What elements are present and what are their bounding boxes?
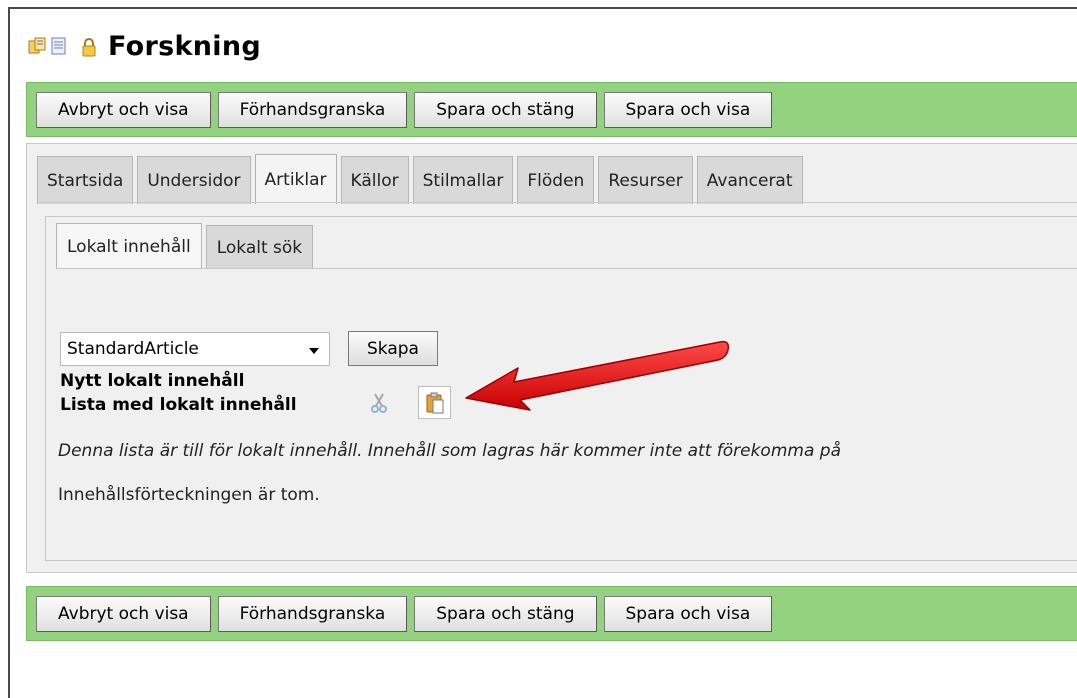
- subtab-lokalt-innehall[interactable]: Lokalt innehåll: [56, 223, 202, 269]
- subtab-divider: [56, 268, 1077, 269]
- tab-artiklar[interactable]: Artiklar: [254, 154, 337, 204]
- page-properties-icon[interactable]: [50, 37, 68, 55]
- sub-tabs: Lokalt innehåll Lokalt sök: [56, 223, 317, 269]
- local-content-list-heading: Lista med lokalt innehåll: [60, 395, 297, 415]
- chevron-down-icon: [309, 348, 319, 354]
- page-title: Forskning: [108, 30, 261, 62]
- new-local-content-heading: Nytt lokalt innehåll: [60, 371, 245, 391]
- lock-icon: [80, 37, 98, 57]
- top-edge: [0, 0, 1077, 7]
- tab-startsida[interactable]: Startsida: [37, 156, 134, 204]
- bottom-toolbar: Avbryt och visa Förhandsgranska Spara oc…: [26, 586, 1077, 641]
- tab-undersidor[interactable]: Undersidor: [137, 156, 251, 204]
- content-type-value: StandardArticle: [67, 339, 199, 359]
- cut-icon[interactable]: [362, 386, 395, 419]
- subtab-lokalt-sok[interactable]: Lokalt sök: [205, 225, 314, 269]
- save-and-view-button[interactable]: Spara och visa: [603, 91, 773, 128]
- tab-stilmallar[interactable]: Stilmallar: [412, 156, 514, 204]
- top-toolbar: Avbryt och visa Förhandsgranska Spara oc…: [26, 82, 1077, 137]
- tab-avancerat[interactable]: Avancerat: [696, 156, 803, 204]
- cancel-and-view-button[interactable]: Avbryt och visa: [36, 91, 211, 128]
- tab-divider: [37, 202, 1077, 203]
- paste-icon[interactable]: [418, 386, 451, 419]
- empty-list-message: Innehållsförteckningen är tom.: [58, 485, 320, 505]
- content-type-select[interactable]: StandardArticle: [60, 332, 330, 366]
- main-tabs: Startsida Undersidor Artiklar Källor Sti…: [37, 154, 807, 204]
- tab-resurser[interactable]: Resurser: [598, 156, 693, 204]
- tab-floden[interactable]: Flöden: [517, 156, 595, 204]
- tab-kallor[interactable]: Källor: [340, 156, 409, 204]
- save-and-view-button-bottom[interactable]: Spara och visa: [603, 595, 773, 632]
- cancel-and-view-button-bottom[interactable]: Avbryt och visa: [36, 595, 211, 632]
- preview-button-bottom[interactable]: Förhandsgranska: [217, 595, 408, 632]
- title-row: Forskning: [28, 28, 261, 64]
- list-description: Denna lista är till för lokalt innehåll.…: [58, 441, 841, 461]
- preview-button[interactable]: Förhandsgranska: [217, 91, 408, 128]
- create-button[interactable]: Skapa: [348, 331, 438, 366]
- page-structure-icon[interactable]: [28, 37, 46, 55]
- save-and-close-button[interactable]: Spara och stäng: [414, 91, 597, 128]
- save-and-close-button-bottom[interactable]: Spara och stäng: [414, 595, 597, 632]
- red-arrow-icon: [465, 340, 730, 411]
